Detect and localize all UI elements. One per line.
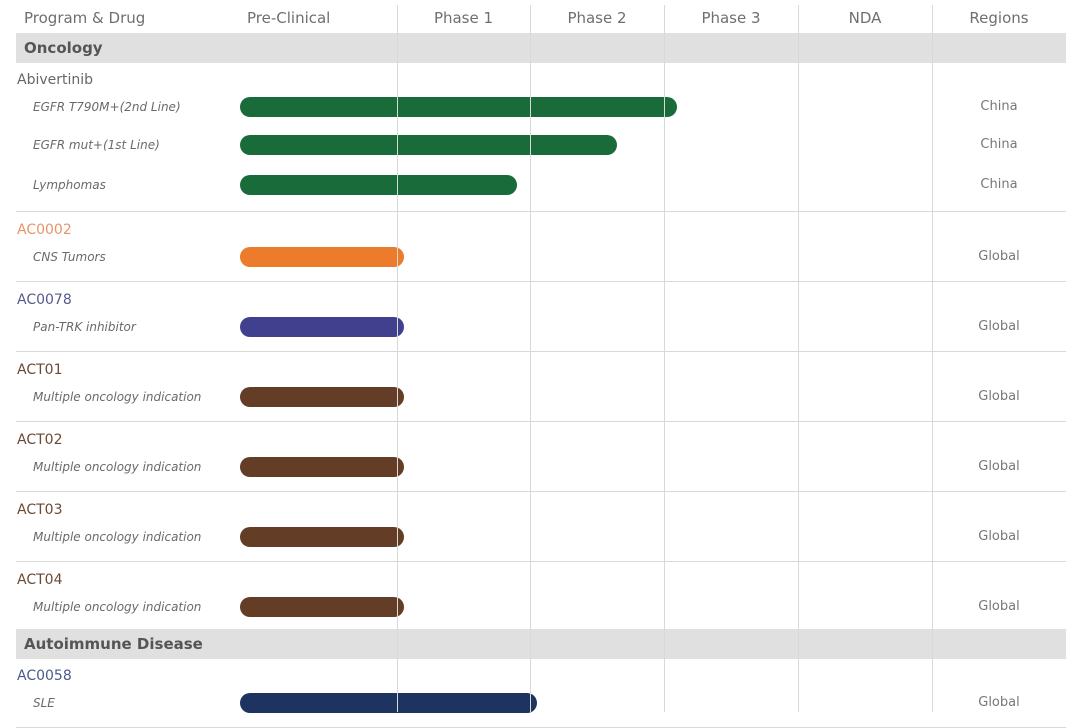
row-divider [16,561,1066,562]
header-phase3: Phase 3 [701,9,761,27]
indication-label: Multiple oncology indication [33,460,202,474]
indication-label: EGFR T790M+(2nd Line) [33,100,181,114]
section-header: Oncology [16,33,1066,63]
drug-name: AC0058 [17,668,72,684]
indication-label: Multiple oncology indication [33,600,202,614]
header-phase2: Phase 2 [567,9,627,27]
column-divider [932,5,933,712]
progress-bar [240,317,404,337]
row-divider [16,211,1066,212]
row-divider [16,281,1066,282]
row-divider [16,351,1066,352]
drug-name: AC0002 [17,222,72,238]
progress-bar [240,387,404,407]
drug-name: ACT01 [17,362,63,378]
drug-name: ACT04 [17,572,63,588]
header-program: Program & Drug [24,9,146,27]
section-header: Autoimmune Disease [16,629,1066,659]
drug-name: ACT03 [17,502,63,518]
region-label: Global [978,529,1020,544]
progress-bar [240,693,537,713]
header-nda: NDA [848,9,882,27]
indication-label: Multiple oncology indication [33,530,202,544]
progress-bar [240,527,404,547]
indication-label: Multiple oncology indication [33,390,202,404]
indication-label: SLE [33,696,55,710]
region-label: Global [978,599,1020,614]
region-label: Global [978,249,1020,264]
progress-bar [240,247,404,267]
indication-label: EGFR mut+(1st Line) [33,138,160,152]
indication-label: Pan-TRK inhibitor [33,320,136,334]
progress-bar [240,597,404,617]
column-divider [397,5,398,712]
progress-bar [240,175,517,195]
region-label: Global [978,695,1020,710]
header-regions: Regions [969,9,1029,27]
row-divider [16,421,1066,422]
region-label: China [980,137,1018,152]
region-label: China [980,99,1018,114]
header-phase1: Phase 1 [433,9,494,27]
progress-bar [240,457,404,477]
row-divider [16,491,1066,492]
column-divider [798,5,799,712]
column-divider [530,5,531,712]
indication-label: CNS Tumors [33,250,106,264]
drug-name: AC0078 [17,292,72,308]
drug-name: ACT02 [17,432,63,448]
region-label: Global [978,389,1020,404]
drug-name: Abivertinib [17,72,94,88]
progress-bar [240,97,678,117]
region-label: China [980,177,1018,192]
header-preclinical: Pre-Clinical [247,9,331,27]
region-label: Global [978,319,1020,334]
indication-label: Lymphomas [33,178,106,192]
region-label: Global [978,459,1020,474]
progress-bar [240,135,618,155]
column-divider [664,5,665,712]
pipeline-chart: Program & Drug Pre-Clinical Phase 1 Phas… [0,0,1080,728]
